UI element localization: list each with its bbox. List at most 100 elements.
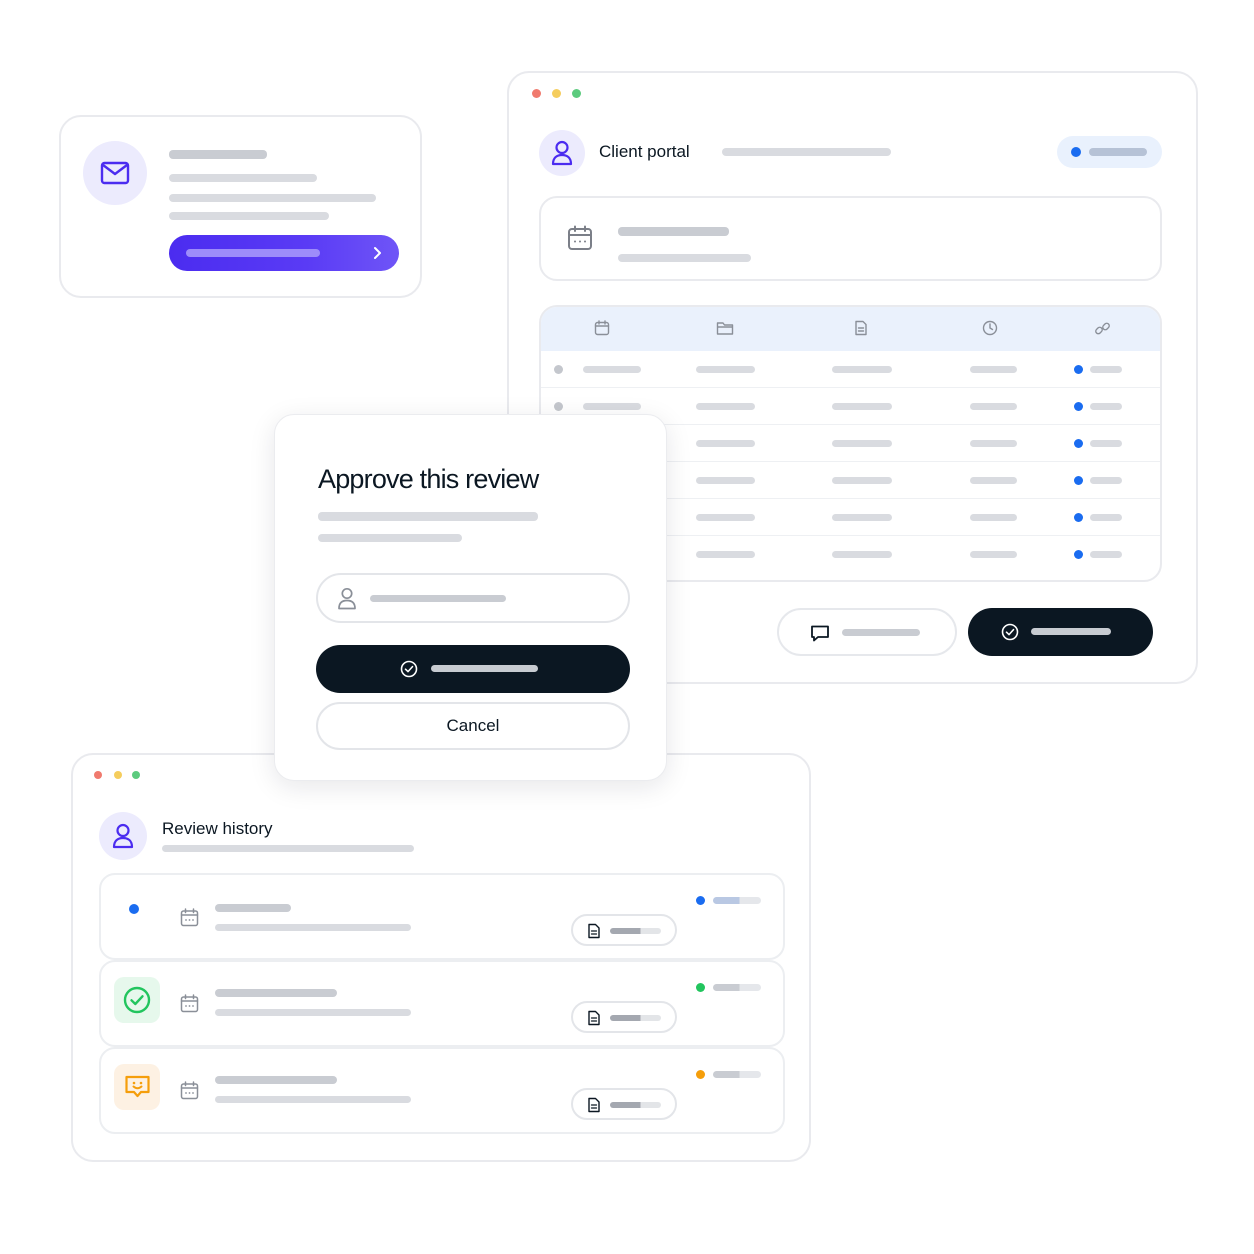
document-link-button[interactable] <box>571 914 677 946</box>
cell-placeholder <box>832 366 892 373</box>
cell-placeholder <box>696 514 755 521</box>
status-label-placeholder <box>713 1071 761 1078</box>
document-icon <box>588 1010 600 1026</box>
cell-placeholder <box>970 366 1017 373</box>
row-title-placeholder <box>215 1076 337 1084</box>
link-icon[interactable] <box>1094 320 1111 337</box>
link-status-dot <box>1074 365 1083 374</box>
clock-icon[interactable] <box>982 320 998 336</box>
cell-placeholder <box>696 403 755 410</box>
document-link-button[interactable] <box>571 1001 677 1033</box>
cell-placeholder <box>1090 366 1122 373</box>
table-row[interactable] <box>541 351 1160 388</box>
row-title-placeholder <box>215 904 291 912</box>
email-cta-label-placeholder <box>186 249 320 257</box>
document-label-placeholder <box>610 1102 661 1108</box>
cell-placeholder <box>832 403 892 410</box>
email-avatar <box>83 141 147 205</box>
email-card <box>59 115 422 298</box>
row-subtitle-placeholder <box>215 1009 411 1016</box>
row-subtitle-placeholder <box>215 1096 411 1103</box>
email-line-placeholder <box>169 174 317 182</box>
cell-placeholder <box>970 551 1017 558</box>
link-status-dot <box>1074 513 1083 522</box>
name-input-placeholder <box>370 595 506 602</box>
email-line-placeholder <box>169 194 376 202</box>
comment-button[interactable] <box>777 608 957 656</box>
approve-review-modal: Approve this review Cancel <box>274 414 667 781</box>
feedback-tile <box>114 1064 160 1110</box>
history-avatar <box>99 812 147 860</box>
status-dot <box>696 1070 705 1079</box>
calendar-icon <box>180 994 199 1013</box>
window-close-button[interactable] <box>532 89 541 98</box>
feedback-icon <box>125 1075 150 1098</box>
history-row-changes-requested[interactable] <box>99 1047 785 1134</box>
cell-placeholder <box>1090 403 1122 410</box>
cell-placeholder <box>583 403 641 410</box>
row-status-dot <box>554 402 563 411</box>
email-cta-button[interactable] <box>169 235 399 271</box>
status-dot <box>1071 147 1081 157</box>
window-minimize-button[interactable] <box>552 89 561 98</box>
row-title-placeholder <box>215 989 337 997</box>
modal-description-placeholder <box>318 512 538 521</box>
email-title-placeholder <box>169 150 267 159</box>
link-status-dot <box>1074 402 1083 411</box>
reviewer-name-input[interactable] <box>316 573 630 623</box>
document-label-placeholder <box>610 928 661 934</box>
cell-placeholder <box>583 366 641 373</box>
cell-placeholder <box>1090 551 1122 558</box>
history-subtitle-placeholder <box>162 845 414 852</box>
row-subtitle-placeholder <box>215 924 411 931</box>
link-status-dot <box>1074 439 1083 448</box>
window-maximize-button[interactable] <box>572 89 581 98</box>
date-title-placeholder <box>618 227 729 236</box>
document-link-button[interactable] <box>571 1088 677 1120</box>
cell-placeholder <box>970 440 1017 447</box>
user-icon <box>338 587 356 610</box>
comment-icon <box>811 625 829 642</box>
cell-placeholder <box>970 477 1017 484</box>
chevron-right-icon <box>374 247 381 259</box>
portal-status-badge <box>1057 136 1162 168</box>
document-icon[interactable] <box>853 320 869 336</box>
folder-icon[interactable] <box>716 320 734 336</box>
status-dot <box>696 983 705 992</box>
history-row-pending[interactable] <box>99 873 785 960</box>
approve-label-placeholder <box>1031 628 1111 635</box>
status-label-placeholder <box>713 984 761 991</box>
confirm-label-placeholder <box>431 665 538 672</box>
modal-description-placeholder <box>318 534 462 542</box>
calendar-icon <box>568 225 592 250</box>
window-maximize-button[interactable] <box>132 771 140 779</box>
email-line-placeholder <box>169 212 329 220</box>
window-minimize-button[interactable] <box>114 771 122 779</box>
history-row-approved[interactable] <box>99 960 785 1047</box>
check-circle-icon <box>1001 623 1019 641</box>
calendar-icon <box>180 908 199 927</box>
badge-label-placeholder <box>1089 148 1147 156</box>
calendar-icon[interactable] <box>594 320 610 336</box>
cell-placeholder <box>832 440 892 447</box>
mail-icon <box>100 161 130 185</box>
pending-dot-icon <box>129 904 139 914</box>
confirm-approve-button[interactable] <box>316 645 630 693</box>
cell-placeholder <box>970 403 1017 410</box>
approve-button[interactable] <box>968 608 1153 656</box>
check-circle-icon <box>123 986 151 1014</box>
modal-title: Approve this review <box>318 464 539 494</box>
portal-subtitle-placeholder <box>722 148 891 156</box>
cell-placeholder <box>696 551 755 558</box>
comment-label-placeholder <box>842 629 920 636</box>
cancel-button[interactable]: Cancel <box>316 702 630 750</box>
cell-placeholder <box>832 477 892 484</box>
user-icon <box>551 140 573 166</box>
cell-placeholder <box>1090 440 1122 447</box>
user-icon <box>112 823 134 849</box>
cell-placeholder <box>832 514 892 521</box>
window-close-button[interactable] <box>94 771 102 779</box>
portal-date-card <box>539 196 1162 281</box>
document-label-placeholder <box>610 1015 661 1021</box>
row-status-dot <box>554 365 563 374</box>
